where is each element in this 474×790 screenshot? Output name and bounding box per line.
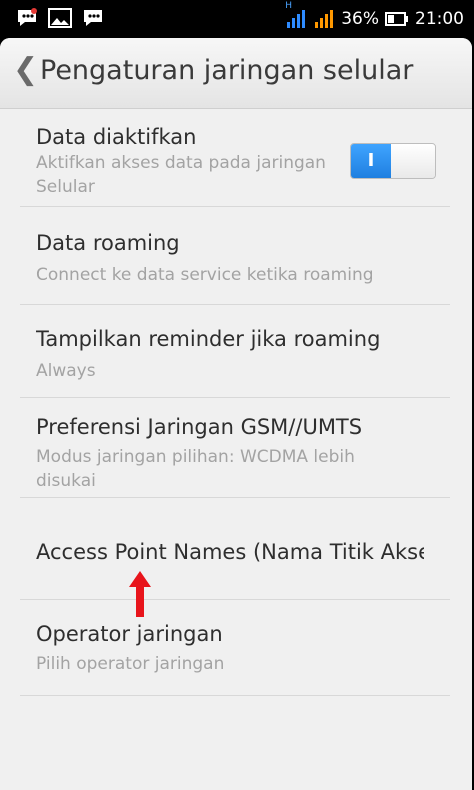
gallery-icon [48, 8, 72, 28]
network-type-indicator: H [285, 1, 292, 11]
toggle-on-label: I [351, 144, 391, 178]
data-enabled-toggle[interactable]: I [350, 143, 436, 179]
setting-data-enabled[interactable]: Data diaktifkan Aktifkan akses data pada… [20, 109, 450, 207]
page-title: Pengaturan jaringan selular [40, 55, 414, 86]
setting-title: Operator jaringan [36, 622, 223, 646]
battery-percent: 36% [341, 9, 379, 29]
setting-title: Preferensi Jaringan GSM//UMTS [36, 415, 363, 439]
status-bar: H 36% 21:00 [0, 0, 474, 38]
setting-title: Access Point Names (Nama Titik Akses) [36, 540, 424, 564]
setting-network-preference[interactable]: Preferensi Jaringan GSM//UMTS Modus jari… [20, 398, 450, 498]
setting-data-roaming[interactable]: Data roaming Connect ke data service ket… [20, 207, 450, 305]
setting-subtitle: Always [36, 361, 96, 381]
battery-icon [385, 12, 408, 26]
setting-subtitle: Pilih operator jaringan [36, 654, 225, 674]
setting-roaming-reminder[interactable]: Tampilkan reminder jika roaming Always [20, 305, 450, 398]
setting-network-operator[interactable]: Operator jaringan Pilih operator jaringa… [20, 600, 450, 696]
setting-title: Data roaming [36, 231, 180, 255]
bbm-notification-icon [18, 8, 37, 26]
notification-icons [16, 7, 104, 29]
setting-title: Tampilkan reminder jika roaming [36, 327, 381, 351]
system-icons: H 36% 21:00 [285, 0, 464, 38]
toggle-thumb [391, 144, 435, 178]
clock: 21:00 [415, 9, 464, 29]
signal-icon-sim1 [287, 10, 306, 28]
settings-list: Data diaktifkan Aktifkan akses data pada… [0, 109, 472, 696]
setting-subtitle: Connect ke data service ketika roaming [36, 265, 374, 285]
action-bar: ❮ Pengaturan jaringan selular [0, 38, 472, 109]
setting-access-point-names[interactable]: Access Point Names (Nama Titik Akses) [20, 498, 450, 600]
signal-icon-sim2 [315, 10, 334, 28]
bbm-icon [84, 10, 102, 26]
setting-subtitle: Aktifkan akses data pada jaringan Selula… [36, 153, 326, 197]
annotation-arrow-icon [129, 571, 151, 617]
back-chevron-icon[interactable]: ❮ [13, 52, 38, 87]
settings-window: ❮ Pengaturan jaringan selular Data diakt… [0, 38, 472, 790]
setting-subtitle: Modus jaringan pilihan: WCDMA lebih disu… [36, 447, 355, 491]
